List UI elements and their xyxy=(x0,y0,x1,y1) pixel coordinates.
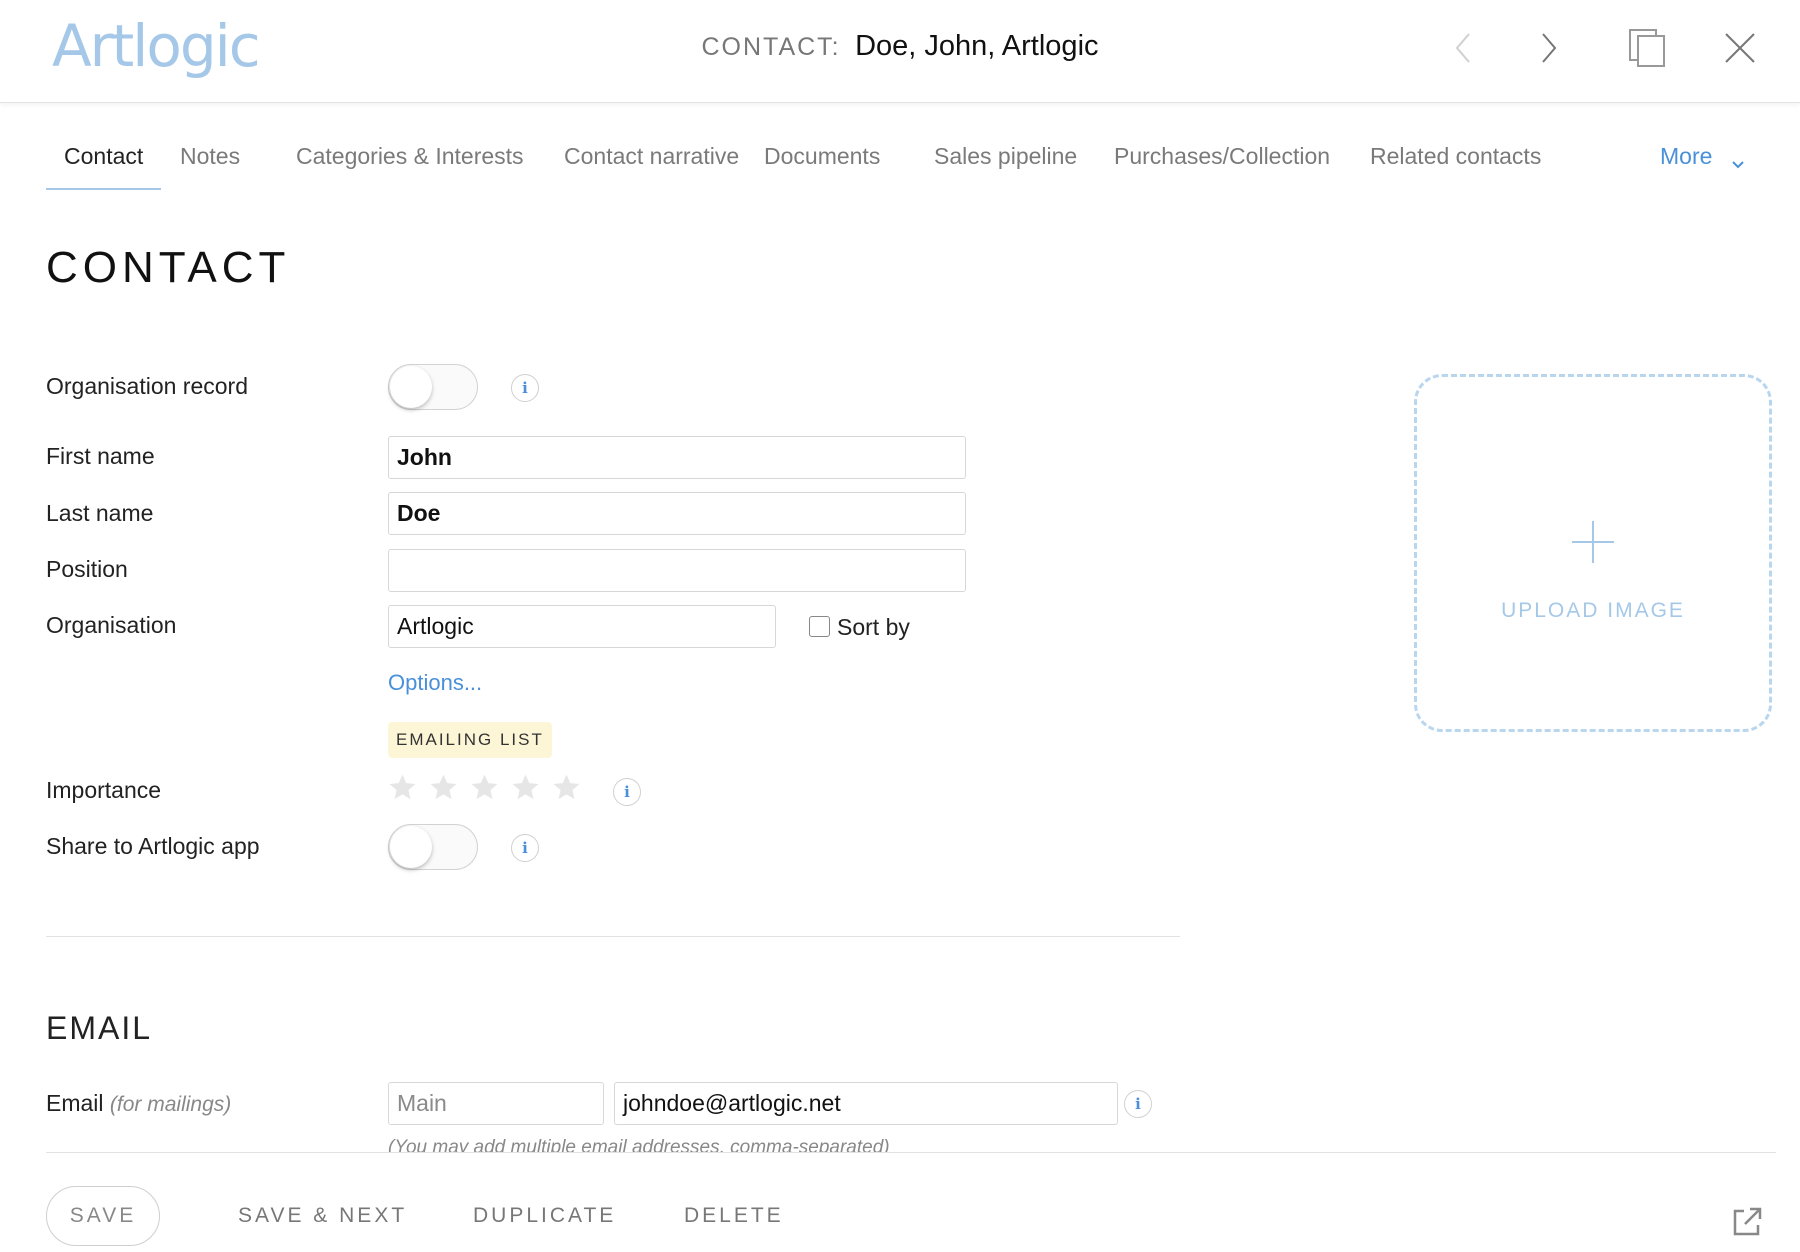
last-name-label: Last name xyxy=(46,500,154,526)
tab-documents[interactable]: Documents xyxy=(746,143,898,188)
external-link-icon[interactable] xyxy=(1730,1205,1764,1239)
info-icon[interactable]: i xyxy=(511,834,539,862)
chevron-left-icon[interactable] xyxy=(1442,26,1486,70)
sort-by-label: Sort by xyxy=(837,614,910,640)
close-icon[interactable] xyxy=(1718,26,1762,70)
tab-sales-pipeline[interactable]: Sales pipeline xyxy=(916,143,1095,188)
sort-by-checkbox[interactable] xyxy=(809,616,830,637)
toggle-knob xyxy=(390,826,432,868)
organisation-label: Organisation xyxy=(46,612,177,638)
star-icon[interactable] xyxy=(551,772,582,803)
upload-image-dropzone[interactable]: UPLOAD IMAGE xyxy=(1414,374,1772,732)
organisation-record-label: Organisation record xyxy=(46,373,248,399)
save-button[interactable]: SAVE xyxy=(46,1186,160,1246)
tab-categories-interests[interactable]: Categories & Interests xyxy=(278,143,542,188)
first-name-field[interactable]: John xyxy=(388,436,966,479)
toggle-knob xyxy=(390,366,432,408)
tab-notes[interactable]: Notes xyxy=(162,143,258,188)
section-divider xyxy=(46,936,1180,937)
info-icon[interactable]: i xyxy=(1124,1090,1152,1118)
footer-actions: SAVE SAVE & NEXT DUPLICATE DELETE xyxy=(0,1152,1800,1252)
tab-contact[interactable]: Contact xyxy=(46,143,162,190)
tab-contact-narrative[interactable]: Contact narrative xyxy=(546,143,757,188)
first-name-label: First name xyxy=(46,443,155,469)
footer-divider xyxy=(46,1152,1776,1153)
page-title: CONTACT xyxy=(46,243,291,292)
tab-purchases-collection[interactable]: Purchases/Collection xyxy=(1096,143,1348,188)
record-name: Doe, John, Artlogic xyxy=(855,30,1099,62)
info-icon[interactable]: i xyxy=(613,778,641,806)
info-icon[interactable]: i xyxy=(511,374,539,402)
tab-related-contacts[interactable]: Related contacts xyxy=(1352,143,1559,188)
chevron-down-icon xyxy=(1731,151,1745,169)
tab-bar: Contact Notes Categories & Interests Con… xyxy=(46,143,1746,191)
record-type-label: CONTACT: xyxy=(701,33,841,61)
upload-image-label: UPLOAD IMAGE xyxy=(1501,599,1685,622)
emailing-list-badge: EMAILING LIST xyxy=(388,722,552,758)
share-app-label: Share to Artlogic app xyxy=(46,833,260,859)
star-icon[interactable] xyxy=(510,772,541,803)
copy-icon[interactable] xyxy=(1626,26,1670,70)
importance-rating xyxy=(387,772,592,804)
email-section-title: EMAIL xyxy=(46,1010,153,1046)
star-icon[interactable] xyxy=(469,772,500,803)
email-label-text: Email xyxy=(46,1090,104,1116)
duplicate-button[interactable]: DUPLICATE xyxy=(473,1204,616,1228)
email-address-field[interactable]: johndoe@artlogic.net xyxy=(614,1082,1118,1125)
importance-label: Importance xyxy=(46,777,162,803)
organisation-field[interactable]: Artlogic xyxy=(388,605,776,648)
tab-more[interactable]: More xyxy=(1642,143,1763,188)
star-icon[interactable] xyxy=(428,772,459,803)
position-label: Position xyxy=(46,556,128,582)
email-label: Email (for mailings) xyxy=(46,1090,231,1117)
share-app-toggle[interactable] xyxy=(388,824,478,870)
options-link[interactable]: Options... xyxy=(388,670,482,696)
chevron-right-icon[interactable] xyxy=(1526,26,1570,70)
position-field[interactable] xyxy=(388,549,966,592)
save-next-button[interactable]: SAVE & NEXT xyxy=(238,1204,407,1228)
star-icon[interactable] xyxy=(387,772,418,803)
tab-more-label: More xyxy=(1660,143,1713,169)
plus-icon xyxy=(1572,521,1614,563)
delete-button[interactable]: DELETE xyxy=(684,1204,784,1228)
organisation-record-toggle[interactable] xyxy=(388,364,478,410)
last-name-field[interactable]: Doe xyxy=(388,492,966,535)
email-type-field[interactable]: Main xyxy=(388,1082,604,1125)
app-header: Artlogic CONTACT: Doe, John, Artlogic xyxy=(0,0,1800,103)
email-label-hint: (for mailings) xyxy=(109,1093,232,1116)
